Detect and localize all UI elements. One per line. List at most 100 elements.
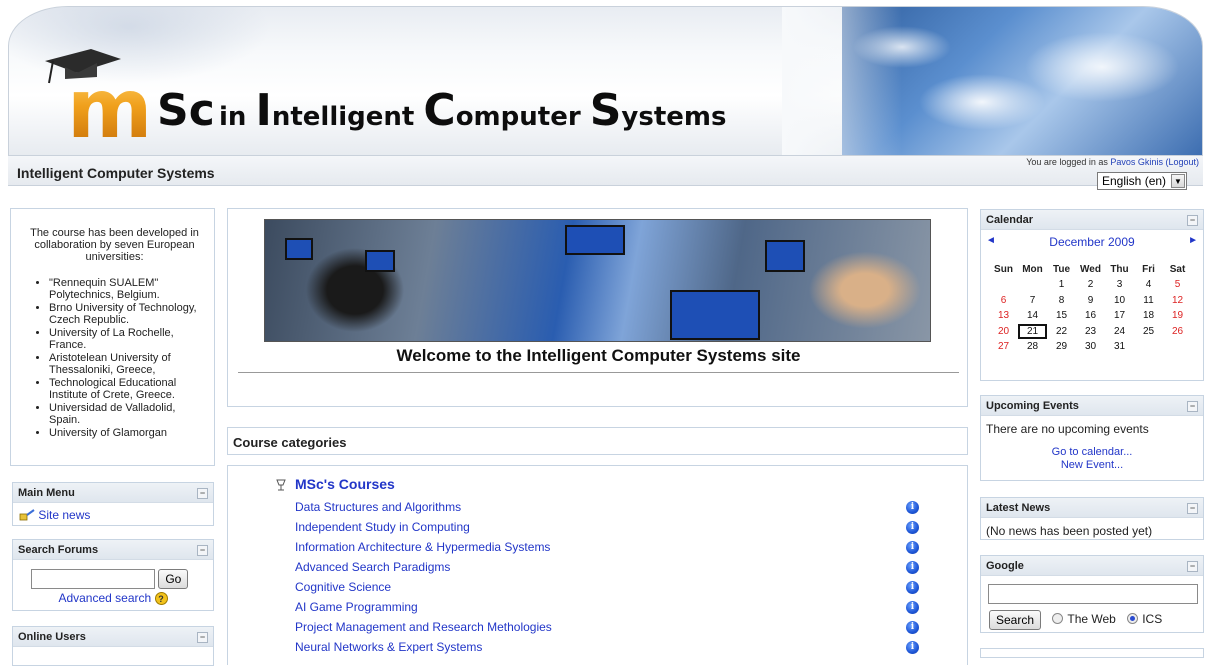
- go-button[interactable]: Go: [158, 569, 189, 589]
- site-news-link[interactable]: Site news: [38, 508, 90, 522]
- calendar-day: 9: [1087, 294, 1094, 306]
- calendar-day: 27: [997, 341, 1010, 353]
- info-icon[interactable]: i: [906, 621, 919, 634]
- welcome-block: Welcome to the Intelligent Computer Syst…: [227, 208, 968, 407]
- menu-item-site-news[interactable]: Site news: [13, 503, 213, 522]
- main-menu-title: Main Menu: [18, 487, 75, 499]
- help-icon[interactable]: ?: [154, 592, 168, 606]
- search-row: Go: [13, 560, 213, 589]
- logo-word: omputer: [455, 102, 590, 132]
- collapse-icon[interactable]: −: [197, 545, 208, 556]
- online-users-title: Online Users: [18, 631, 86, 643]
- main-menu-block: Main Menu − Site news: [12, 482, 214, 526]
- calendar-week: 20 21 22 23 24 25 26: [989, 323, 1192, 339]
- intro-text: The course has been developed in collabo…: [30, 227, 199, 263]
- calendar-grid: Sun Mon Tue Wed Thu Fri Sat 1 2 3 4 5 6 …: [989, 262, 1192, 355]
- calendar-day: 5: [1174, 279, 1181, 291]
- block-title: Main Menu −: [13, 483, 213, 503]
- calendar-day: 23: [1084, 325, 1097, 337]
- calendar-week: 13 14 15 16 17 18 19: [989, 308, 1192, 324]
- list-item: University of La Rochelle, France.: [49, 327, 208, 351]
- calendar-day: 18: [1142, 310, 1155, 322]
- header-bar: Intelligent Computer Systems You are log…: [8, 156, 1203, 190]
- search-forums-title: Search Forums: [18, 544, 99, 556]
- weekday-row: Sun Mon Tue Wed Thu Fri Sat: [989, 262, 1192, 277]
- banner-sky-image: [782, 7, 1202, 155]
- go-to-calendar-link[interactable]: Go to calendar...: [1052, 446, 1133, 458]
- latest-news-text: (No news has been posted yet): [986, 524, 1153, 538]
- google-search-input[interactable]: [988, 584, 1198, 604]
- upcoming-links: Go to calendar... New Event...: [981, 436, 1203, 472]
- students-photo: [264, 219, 931, 342]
- calendar-day: 31: [1113, 341, 1126, 353]
- calendar-week: 27 28 29 30 31: [989, 339, 1192, 355]
- logout-link[interactable]: (Logout): [1165, 157, 1199, 167]
- calendar-day: 24: [1113, 325, 1126, 337]
- collapse-icon[interactable]: −: [1187, 215, 1198, 226]
- chevron-down-icon[interactable]: ▼: [1171, 174, 1185, 188]
- info-icon[interactable]: i: [906, 541, 919, 554]
- calendar-month[interactable]: December 2009: [981, 235, 1203, 249]
- advanced-search-row: Advanced search ?: [13, 589, 213, 606]
- login-info: You are logged in as Pavos Gkinis (Logou…: [1026, 157, 1199, 167]
- block-title: Latest News −: [981, 498, 1203, 518]
- info-icon[interactable]: i: [906, 501, 919, 514]
- language-select[interactable]: English (en) ▼: [1097, 172, 1187, 190]
- collapse-icon[interactable]: −: [197, 488, 208, 499]
- weekday-label: Tue: [1052, 264, 1071, 275]
- logo-word: in: [218, 102, 256, 132]
- calendar-day: 2: [1087, 279, 1094, 291]
- welcome-title: Welcome to the Intelligent Computer Syst…: [396, 346, 801, 365]
- collapse-icon[interactable]: −: [197, 632, 208, 643]
- course-link[interactable]: Advanced Search Paradigms: [295, 560, 450, 574]
- block-title: Calendar −: [981, 210, 1203, 230]
- course-link[interactable]: Data Structures and Algorithms: [295, 500, 461, 514]
- calendar-day: 8: [1058, 294, 1065, 306]
- course-link[interactable]: Information Architecture & Hypermedia Sy…: [295, 540, 550, 554]
- course-categories-header: Course categories: [227, 427, 968, 455]
- site-name[interactable]: Intelligent Computer Systems: [17, 165, 215, 181]
- info-icon[interactable]: i: [906, 581, 919, 594]
- advanced-search-link[interactable]: Advanced search: [58, 591, 151, 605]
- block-title: Upcoming Events −: [981, 396, 1203, 416]
- weekday-label: Mon: [1022, 264, 1043, 275]
- course-list-block: MSc's Courses Data Structures and Algori…: [227, 465, 968, 665]
- info-icon[interactable]: i: [906, 601, 919, 614]
- collapse-icon[interactable]: −: [1187, 503, 1198, 514]
- language-value: English (en): [1102, 174, 1167, 188]
- list-item: University of Glamorgan: [49, 427, 208, 439]
- new-event-link[interactable]: New Event...: [1061, 459, 1123, 471]
- divider: [238, 372, 959, 373]
- course-link[interactable]: Neural Networks & Expert Systems: [295, 640, 482, 654]
- calendar-day: 19: [1171, 310, 1184, 322]
- weekday-label: Fri: [1142, 264, 1155, 275]
- intro-block: The course has been developed in collabo…: [10, 208, 215, 466]
- next-month-icon[interactable]: ►: [1188, 235, 1198, 246]
- google-search-button[interactable]: Search: [989, 610, 1042, 630]
- user-profile-link[interactable]: Pavos Gkinis: [1110, 157, 1163, 167]
- category-link[interactable]: MSc's Courses: [295, 476, 395, 492]
- course-link[interactable]: Project Management and Research Metholog…: [295, 620, 552, 634]
- calendar-day: 25: [1142, 325, 1155, 337]
- list-item: Technological Educational Institute of C…: [49, 377, 208, 401]
- forum-search-input[interactable]: [31, 569, 155, 589]
- logo-word: ystems: [621, 102, 727, 132]
- calendar-day: 26: [1171, 325, 1184, 337]
- category-icon: [276, 479, 286, 491]
- radio-the-web[interactable]: [1052, 613, 1064, 625]
- radio-ics[interactable]: [1127, 613, 1139, 625]
- logo-letter: S: [157, 85, 189, 136]
- latest-news-title: Latest News: [986, 502, 1051, 514]
- collapse-icon[interactable]: −: [1187, 401, 1198, 412]
- course-link[interactable]: Cognitive Science: [295, 580, 391, 594]
- collapse-icon[interactable]: −: [1187, 561, 1198, 572]
- online-users-block: Online Users −: [12, 626, 214, 666]
- course-link[interactable]: AI Game Programming: [295, 600, 418, 614]
- info-icon[interactable]: i: [906, 521, 919, 534]
- info-icon[interactable]: i: [906, 561, 919, 574]
- calendar-day: 14: [1026, 310, 1039, 322]
- info-icon[interactable]: i: [906, 641, 919, 654]
- block-title: Google −: [981, 556, 1203, 576]
- course-link[interactable]: Independent Study in Computing: [295, 520, 470, 534]
- calendar-day: 17: [1113, 310, 1126, 322]
